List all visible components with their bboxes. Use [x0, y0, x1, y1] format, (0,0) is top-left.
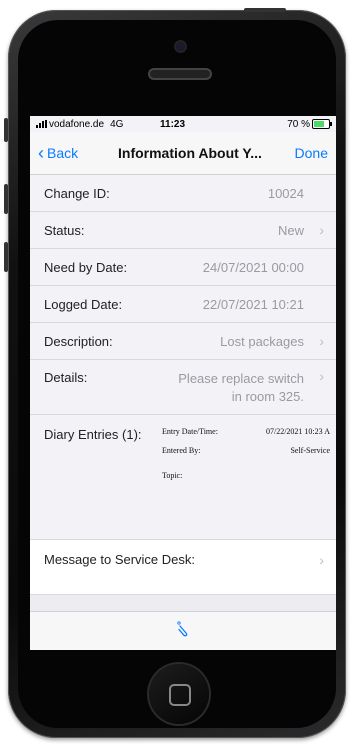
- row-diary-entries: Diary Entries (1): Entry Date/Time: 07/2…: [30, 415, 336, 540]
- topic-label: Topic:: [162, 471, 183, 480]
- chevron-right-icon: ›: [319, 368, 324, 384]
- navigation-bar: ‹ Back Information About Y... Done: [30, 132, 336, 175]
- row-description[interactable]: Description: Lost packages ›: [30, 323, 336, 360]
- logged-date-label: Logged Date:: [44, 296, 123, 312]
- logged-date-value: 22/07/2021 10:21: [202, 296, 304, 312]
- entered-by-label: Entered By:: [162, 446, 201, 455]
- details-value: Please replace switch in room 325.: [178, 371, 304, 404]
- page-title: Information About Y...: [118, 145, 262, 161]
- volume-down-button: [4, 242, 8, 272]
- change-id-value: 10024: [267, 185, 304, 201]
- change-id-label: Change ID:: [44, 185, 110, 201]
- diary-entry[interactable]: Entry Date/Time: 07/22/2021 10:23 A Ente…: [162, 427, 332, 539]
- back-label: Back: [47, 145, 79, 161]
- signal-icon: [36, 120, 47, 128]
- bottom-toolbar: [30, 611, 336, 650]
- chevron-right-icon: ›: [319, 222, 324, 238]
- need-by-date-value: 24/07/2021 00:00: [202, 259, 304, 275]
- message-label: Message to Service Desk:: [44, 552, 196, 567]
- battery-percent: 70 %: [287, 118, 310, 130]
- network-type: 4G: [110, 118, 124, 130]
- row-details[interactable]: Details: Please replace switch in room 3…: [30, 360, 336, 415]
- screen: vodafone.de 4G 11:23 70 % ‹ Back Informa…: [30, 116, 336, 650]
- details-label: Details:: [44, 370, 88, 385]
- earpiece-speaker: [148, 68, 212, 80]
- back-button[interactable]: ‹ Back: [38, 143, 79, 163]
- chevron-right-icon: ›: [319, 333, 324, 349]
- description-value: Lost packages: [220, 333, 304, 349]
- home-button[interactable]: [149, 664, 209, 724]
- power-button: [244, 8, 286, 12]
- row-change-id: Change ID: 10024: [30, 175, 336, 212]
- chevron-right-icon: ›: [319, 552, 324, 568]
- row-logged-date: Logged Date: 22/07/2021 10:21: [30, 286, 336, 323]
- row-status[interactable]: Status: New ›: [30, 212, 336, 249]
- mute-switch: [4, 118, 8, 142]
- chevron-left-icon: ‹: [38, 143, 44, 163]
- status-label: Status:: [44, 222, 85, 238]
- paperclip-icon[interactable]: [176, 620, 190, 642]
- volume-up-button: [4, 184, 8, 214]
- entry-date-label: Entry Date/Time:: [162, 427, 218, 436]
- front-camera: [176, 42, 185, 51]
- row-need-by-date: Need by Date: 24/07/2021 00:00: [30, 249, 336, 286]
- clock: 11:23: [160, 118, 186, 130]
- row-message-to-service-desk[interactable]: Message to Service Desk: ›: [30, 540, 336, 595]
- entered-by-value: Self-Service: [290, 446, 330, 455]
- carrier-name: vodafone.de: [49, 118, 105, 130]
- done-button[interactable]: Done: [295, 145, 328, 161]
- status-bar: vodafone.de 4G 11:23 70 %: [30, 116, 336, 132]
- battery-icon: [312, 119, 332, 129]
- diary-label: Diary Entries (1):: [44, 427, 142, 442]
- carrier-info: vodafone.de 4G: [36, 119, 123, 130]
- detail-list: Change ID: 10024 Status: New › Need by D…: [30, 175, 336, 614]
- need-by-date-label: Need by Date:: [44, 259, 128, 275]
- description-label: Description:: [44, 333, 113, 349]
- battery-info: 70 %: [287, 118, 332, 130]
- home-square-icon: [169, 684, 191, 706]
- entry-date-value: 07/22/2021 10:23 A: [265, 427, 330, 436]
- status-value: New: [277, 222, 304, 238]
